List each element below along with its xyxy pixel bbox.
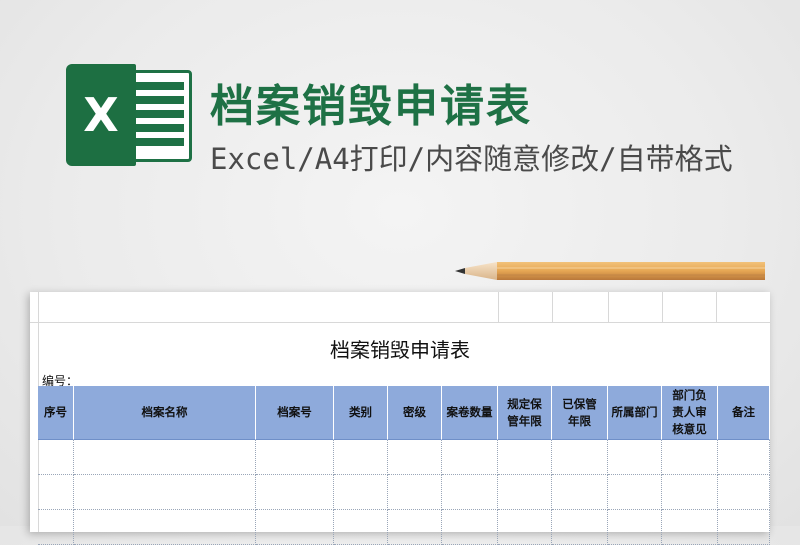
table-header-row: 序号 档案名称 档案号 类别 密级 案卷数量 规定保管年限 已保管年限 所属部门… <box>38 386 770 440</box>
header-cell[interactable]: 档案名称 <box>74 386 256 440</box>
table-cell[interactable] <box>662 510 718 545</box>
table-cell[interactable] <box>256 510 334 545</box>
excel-logo-icon: X <box>66 64 194 166</box>
table-row <box>38 440 770 475</box>
table-cell[interactable] <box>256 475 334 510</box>
spreadsheet-preview: 档案销毁申请表 编号： 序号 档案名称 档案号 类别 密级 案卷数量 规定保管年… <box>30 292 770 545</box>
header-cell[interactable]: 已保管年限 <box>552 386 608 440</box>
table-cell[interactable] <box>662 475 718 510</box>
header-cell[interactable]: 部门负责人审核意见 <box>662 386 718 440</box>
table-cell[interactable] <box>74 440 256 475</box>
table-cell[interactable] <box>718 475 770 510</box>
table-cell[interactable] <box>608 475 662 510</box>
header-cell[interactable]: 类别 <box>334 386 388 440</box>
gridline <box>716 292 717 322</box>
table-cell[interactable] <box>256 440 334 475</box>
header-cell[interactable]: 所属部门 <box>608 386 662 440</box>
header-cell[interactable]: 序号 <box>38 386 74 440</box>
table-cell[interactable] <box>38 510 74 545</box>
table-cell[interactable] <box>442 440 498 475</box>
table-cell[interactable] <box>442 510 498 545</box>
table-cell[interactable] <box>334 475 388 510</box>
gridline <box>498 292 499 322</box>
table-cell[interactable] <box>442 475 498 510</box>
sheet-title: 档案销毁申请表 <box>330 338 470 362</box>
gridline <box>552 292 553 322</box>
table-cell[interactable] <box>718 510 770 545</box>
gridline <box>608 292 609 322</box>
table-cell[interactable] <box>334 440 388 475</box>
banner-title: 档案销毁申请表 <box>210 81 532 132</box>
table-cell[interactable] <box>498 475 552 510</box>
excel-logo-letter: X <box>66 64 136 166</box>
table-cell[interactable] <box>388 440 442 475</box>
header-cell[interactable]: 档案号 <box>256 386 334 440</box>
table-cell[interactable] <box>552 510 608 545</box>
table-cell[interactable] <box>498 440 552 475</box>
table-cell[interactable] <box>608 510 662 545</box>
table-cell[interactable] <box>334 510 388 545</box>
table-cell[interactable] <box>388 475 442 510</box>
table-row <box>38 475 770 510</box>
header-cell[interactable]: 规定保管年限 <box>498 386 552 440</box>
table-cell[interactable] <box>388 510 442 545</box>
table-cell[interactable] <box>608 440 662 475</box>
table-cell[interactable] <box>38 440 74 475</box>
table-cell[interactable] <box>74 475 256 510</box>
table-row <box>38 510 770 545</box>
header-cell[interactable]: 案卷数量 <box>442 386 498 440</box>
pencil-icon <box>455 262 765 280</box>
gridline <box>662 292 663 322</box>
table-cell[interactable] <box>662 440 718 475</box>
table-cell[interactable] <box>74 510 256 545</box>
table-cell[interactable] <box>718 440 770 475</box>
table-cell[interactable] <box>38 475 74 510</box>
table-cell[interactable] <box>498 510 552 545</box>
header-cell[interactable]: 密级 <box>388 386 442 440</box>
gridline <box>30 322 770 323</box>
table-cell[interactable] <box>552 475 608 510</box>
table-cell[interactable] <box>552 440 608 475</box>
banner-subtitle: Excel/A4打印/内容随意修改/自带格式 <box>210 142 733 176</box>
header-cell[interactable]: 备注 <box>718 386 770 440</box>
